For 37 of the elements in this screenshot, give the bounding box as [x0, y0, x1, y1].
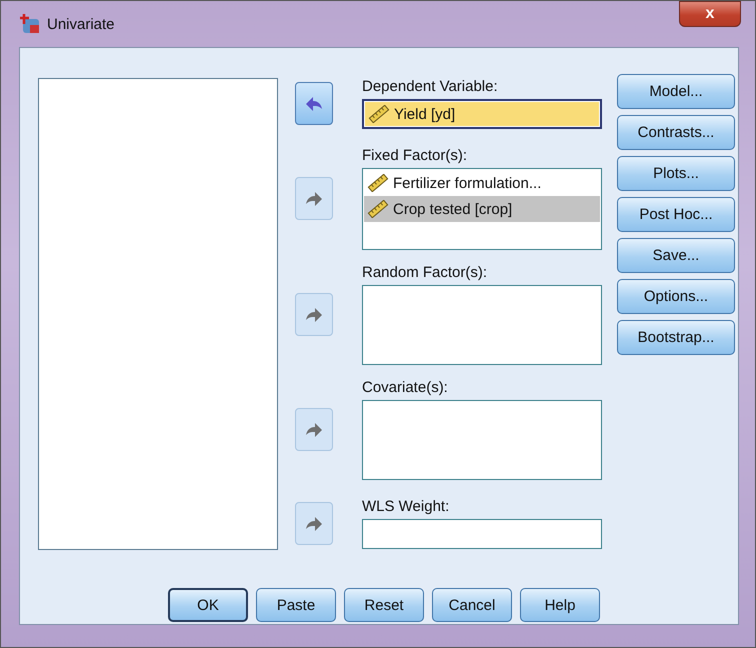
field-label: Random Factor(s): — [362, 264, 488, 281]
dialog-button[interactable]: Options... — [617, 279, 735, 314]
move-arrow-button[interactable] — [295, 177, 333, 220]
dialog-button[interactable]: Bootstrap... — [617, 320, 735, 355]
arrow-icon — [304, 94, 324, 112]
move-arrow-button[interactable] — [295, 82, 333, 125]
variable-field[interactable] — [362, 400, 602, 480]
field-label: Fixed Factor(s): — [362, 147, 468, 164]
app-icon — [19, 13, 41, 35]
dialog-button[interactable]: Paste — [256, 588, 336, 622]
field-label: Covariate(s): — [362, 379, 449, 396]
arrow-icon — [304, 420, 324, 438]
dialog-button[interactable]: Cancel — [432, 588, 512, 622]
variable-item[interactable]: Fertilizer formulation... — [364, 170, 600, 196]
dialog-button[interactable]: Save... — [617, 238, 735, 273]
ruler-icon — [368, 105, 390, 123]
dialog-button[interactable]: OK — [168, 588, 248, 622]
variable-field[interactable] — [362, 519, 602, 549]
move-arrow-button[interactable] — [295, 502, 333, 545]
dialog-button[interactable]: Plots... — [617, 156, 735, 191]
window-title: Univariate — [47, 16, 115, 32]
close-button[interactable]: x — [679, 1, 741, 27]
dialog-button[interactable]: Model... — [617, 74, 735, 109]
dialog-button[interactable]: Post Hoc... — [617, 197, 735, 232]
arrow-icon — [304, 190, 324, 208]
field-label: WLS Weight: — [362, 498, 450, 515]
field-label: Dependent Variable: — [362, 78, 499, 95]
arrow-icon — [304, 514, 324, 532]
variable-item[interactable]: Crop tested [crop] — [364, 196, 600, 222]
dialog-button[interactable]: Help — [520, 588, 600, 622]
move-arrow-button[interactable] — [295, 293, 333, 336]
arrow-icon — [304, 306, 324, 324]
dialog-button[interactable]: Contrasts... — [617, 115, 735, 150]
move-arrow-button[interactable] — [295, 408, 333, 451]
dialog-button[interactable]: Reset — [344, 588, 424, 622]
variable-field[interactable] — [362, 285, 602, 365]
variable-field[interactable]: Fertilizer formulation... Crop tested [crop] — [362, 168, 602, 250]
